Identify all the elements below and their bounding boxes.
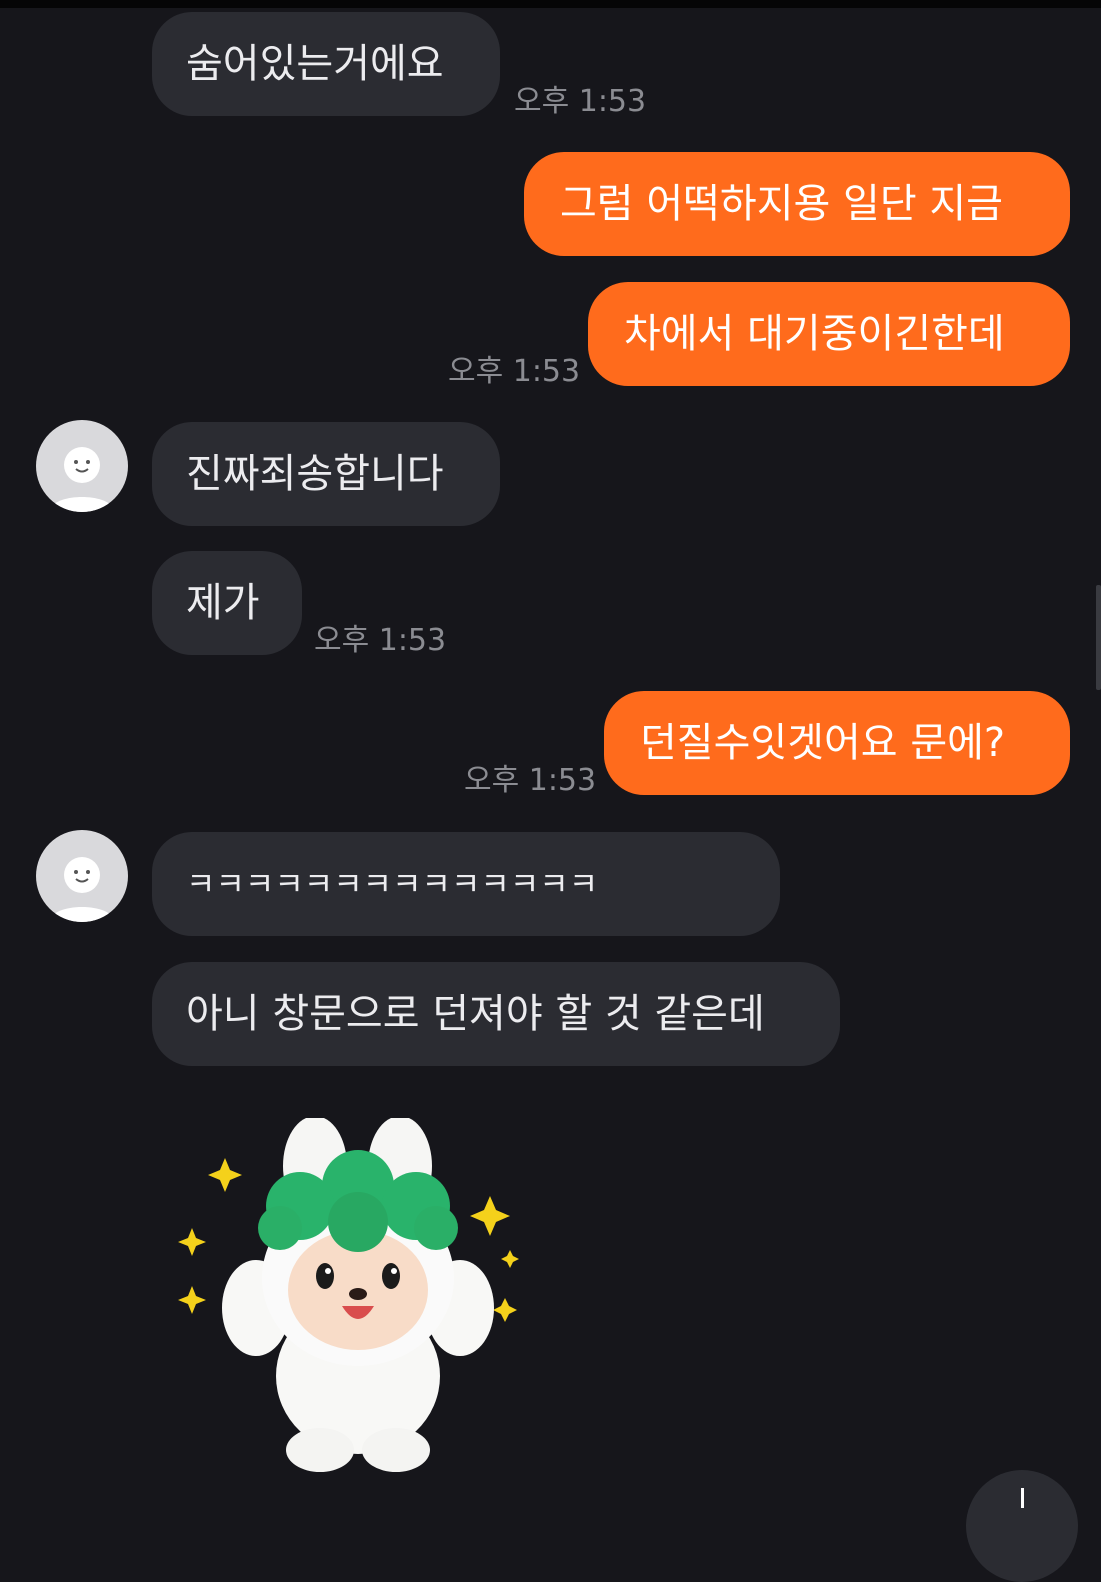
white-bunny-green-hat-sticker (178, 1116, 519, 1472)
default-profile-icon (50, 447, 114, 512)
message-bubble-incoming[interactable]: 숨어있는거에요 (152, 12, 500, 116)
message-timestamp: 오후 1:53 (448, 354, 581, 389)
scroll-down-icon (1021, 1488, 1024, 1508)
message-bubble-outgoing[interactable]: 그럼 어떡하지용 일단 지금 (524, 152, 1070, 256)
scroll-down-button[interactable] (966, 1470, 1078, 1582)
default-profile-icon (50, 857, 114, 922)
message-timestamp: 오후 1:53 (514, 84, 647, 119)
message-bubble-incoming[interactable]: ㅋㅋㅋㅋㅋㅋㅋㅋㅋㅋㅋㅋㅋㅋ (152, 832, 780, 936)
profile-avatar[interactable] (36, 830, 128, 922)
bunny-sticker[interactable] (170, 1116, 540, 1488)
message-bubble-outgoing[interactable]: 던질수잇겟어요 문에? (604, 691, 1070, 795)
message-bubble-incoming[interactable]: 제가 (152, 551, 302, 655)
message-timestamp: 오후 1:53 (314, 623, 447, 658)
profile-avatar[interactable] (36, 420, 128, 512)
message-bubble-outgoing[interactable]: 차에서 대기중이긴한데 (588, 282, 1070, 386)
scroll-indicator[interactable] (1096, 585, 1101, 690)
status-bar (0, 0, 1101, 8)
message-bubble-incoming[interactable]: 진짜죄송합니다 (152, 422, 500, 526)
message-bubble-incoming[interactable]: 아니 창문으로 던져야 할 것 같은데 (152, 962, 840, 1066)
message-timestamp: 오후 1:53 (464, 763, 597, 798)
